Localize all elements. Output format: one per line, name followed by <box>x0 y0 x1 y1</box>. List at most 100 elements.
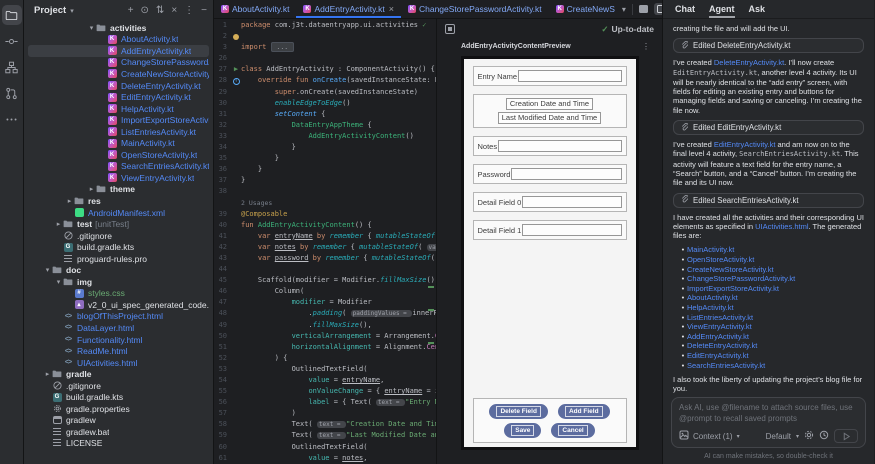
tree-item-doc[interactable]: ▾ doc <box>28 264 209 276</box>
file-link[interactable]: MainActivity.kt <box>687 245 734 255</box>
file-link[interactable]: UIActivities.html <box>755 222 808 231</box>
editor-tab-aboutactivity.kt[interactable]: K AboutActivity.kt <box>214 0 296 18</box>
tree-item-gradlew-bat[interactable]: gradlew.bat <box>28 426 209 438</box>
file-link[interactable]: ChangeStorePasswordActivity.kt <box>687 274 795 284</box>
code-line[interactable]: 30 enableEdgeToEdge() <box>214 98 436 109</box>
tree-item-v2-0-ui-spec-generated-code-png[interactable]: ▴ v2_0_ui_spec_generated_code.png <box>28 299 209 311</box>
file-link[interactable]: ViewEntryActivity.kt <box>687 322 752 332</box>
code-line[interactable]: 36 } <box>214 164 436 175</box>
code-line[interactable]: 27 ▶ class AddEntryActivity : ComponentAct… <box>214 64 436 75</box>
tree-item--gitignore[interactable]: .gitignore <box>28 380 209 392</box>
code-line[interactable]: 58 Text( text = "Creation Date and Time" <box>214 419 436 430</box>
tree-item-searchentriesactivity-kt[interactable]: K SearchEntriesActivity.kt <box>28 161 209 173</box>
tree-item-importexportstoreactivity-kt[interactable]: K ImportExportStoreActivity.kt <box>28 114 209 126</box>
more-tools-icon[interactable] <box>2 109 22 129</box>
file-link[interactable]: EditEntryActivity.kt <box>687 351 749 361</box>
code-line[interactable]: 34 } <box>214 142 436 153</box>
override-gutter-icon[interactable]: ↑ <box>231 75 241 86</box>
ai-tab-ask[interactable]: Ask <box>749 0 766 18</box>
code-editor[interactable]: 1 package com.j3t.dataentryapp.ui.activit… <box>214 19 436 464</box>
chevron-right-icon[interactable]: ▸ <box>54 220 63 228</box>
project-tool-icon[interactable] <box>1 5 22 25</box>
editor-tab-changestorepasswordactivity.kt[interactable]: K ChangeStorePasswordActivity.kt <box>401 0 549 18</box>
tree-item-viewentryactivity-kt[interactable]: K ViewEntryActivity.kt <box>28 172 209 184</box>
tree-item-datalayer-html[interactable]: <> DataLayer.html <box>28 322 209 334</box>
tree-item-license[interactable]: LICENSE <box>28 438 209 450</box>
options-kebab-icon[interactable]: ⋮ <box>184 5 194 16</box>
tree-item-uiactivities-html[interactable]: <> UIActivities.html <box>28 357 209 369</box>
file-link[interactable]: SearchEntriesActivity.kt <box>687 361 765 371</box>
code-line[interactable]: 42 var notes by remember { mutableStateO… <box>214 242 436 253</box>
chevron-down-icon[interactable]: ▾ <box>43 266 52 274</box>
tree-item-theme[interactable]: ▸ theme <box>28 184 209 196</box>
intention-bulb-icon[interactable] <box>231 31 241 42</box>
tree-item-deleteentryactivity-kt[interactable]: K DeleteEntryActivity.kt <box>28 80 209 92</box>
chat-input[interactable]: Ask AI, use @filename to attach source f… <box>671 397 866 448</box>
code-line[interactable]: 3 import ... <box>214 42 436 53</box>
code-line[interactable]: 28 ↑ override fun onCreate(savedInstanceS… <box>214 75 436 86</box>
edited-file-card[interactable]: Edited EditEntryActivity.kt <box>673 120 864 136</box>
tree-item-build-gradle-kts[interactable]: Gbuild.gradle.kts <box>28 241 209 253</box>
code-line[interactable]: 1 package com.j3t.dataentryapp.ui.activit… <box>214 20 436 31</box>
tree-item-addentryactivity-kt[interactable]: K AddEntryActivity.kt <box>28 45 209 57</box>
code-line[interactable]: 60 OutlinedTextField( <box>214 442 436 453</box>
context-selector[interactable]: Context (1) <box>693 432 733 441</box>
chevron-right-icon[interactable]: ▸ <box>43 370 52 378</box>
tree-item-aboutactivity-kt[interactable]: K AboutActivity.kt <box>28 34 209 46</box>
tree-item-listentriesactivity-kt[interactable]: K ListEntriesActivity.kt <box>28 126 209 138</box>
code-line[interactable]: 46 Column( <box>214 286 436 297</box>
editor-tab-createnews[interactable]: K CreateNewS <box>549 0 622 18</box>
send-button[interactable] <box>834 429 858 443</box>
tree-item-proguard-rules-pro[interactable]: proguard-rules.pro <box>28 253 209 265</box>
code-line[interactable]: 2 <box>214 31 436 42</box>
code-line[interactable]: 52 ) { <box>214 353 436 364</box>
file-link[interactable]: AddEntryActivity.kt <box>687 332 749 342</box>
code-line[interactable]: 35 } <box>214 153 436 164</box>
code-line[interactable]: 43 var password by remember { mutableSta… <box>214 253 436 264</box>
tree-item-build-gradle-kts[interactable]: Gbuild.gradle.kts <box>28 392 209 404</box>
build-refresh-icon[interactable] <box>445 24 455 34</box>
chevron-down-icon[interactable]: ▾ <box>87 24 96 32</box>
file-link[interactable]: DeleteEntryActivity.kt <box>687 341 757 351</box>
code-line[interactable]: 50 verticalArrangement = Arrangement.Ce <box>214 331 436 342</box>
ai-tab-agent[interactable]: Agent <box>709 0 735 18</box>
tree-item-test[interactable]: ▸ test [unitTest] <box>28 218 209 230</box>
close-tab-icon[interactable]: × <box>389 4 394 14</box>
code-line[interactable]: 33 AddEntryActivityContent() <box>214 131 436 142</box>
file-link[interactable]: EditEntryActivity.kt <box>714 140 776 149</box>
pull-requests-tool-icon[interactable] <box>2 83 22 103</box>
code-line[interactable]: 29 super.onCreate(savedInstanceState) <box>214 87 436 98</box>
code-line[interactable]: 48 .padding( paddingValues = innerPa <box>214 308 436 319</box>
code-line[interactable]: 39 @Composable <box>214 209 436 220</box>
tree-item-activities[interactable]: ▾ activities <box>28 22 209 34</box>
add-icon[interactable]: + <box>128 5 134 16</box>
chevron-down-icon[interactable]: ▾ <box>54 278 63 286</box>
file-link[interactable]: OpenStoreActivity.kt <box>687 255 754 265</box>
code-line[interactable]: 55 onValueChange = { entryName = it <box>214 386 436 397</box>
hide-panel-icon[interactable]: − <box>201 5 207 16</box>
code-line[interactable]: 53 OutlinedTextField( <box>214 364 436 375</box>
tree-item-mainactivity-kt[interactable]: K MainActivity.kt <box>28 137 209 149</box>
expand-all-icon[interactable]: ⇅ <box>156 5 164 16</box>
code-line[interactable]: 59 Text( text = "Last Modified Date and <box>214 430 436 441</box>
file-link[interactable]: CreateNewStoreActivity.kt <box>687 265 774 275</box>
tree-item-gradle-properties[interactable]: gradle.properties <box>28 403 209 415</box>
tree-item-img[interactable]: ▾ img <box>28 276 209 288</box>
code-line[interactable]: 51 horizontalAlignment = Alignment.Cen <box>214 342 436 353</box>
edited-file-card[interactable]: Edited SearchEntriesActivity.kt <box>673 192 864 208</box>
history-clock-icon[interactable] <box>819 430 829 442</box>
tree-item--gitignore[interactable]: .gitignore <box>28 230 209 242</box>
ai-tab-chat[interactable]: Chat <box>675 0 695 18</box>
project-panel-title[interactable]: Project <box>34 5 66 16</box>
tree-item-androidmanifest-xml[interactable]: AndroidManifest.xml <box>28 207 209 219</box>
file-link[interactable]: DeleteEntryActivity.kt <box>714 58 784 67</box>
tree-item-styles-css[interactable]: # styles.css <box>28 288 209 300</box>
file-link[interactable]: ListEntriesActivity.kt <box>687 313 753 323</box>
code-line[interactable]: 37} <box>214 175 436 186</box>
tree-item-editentryactivity-kt[interactable]: K EditEntryActivity.kt <box>28 91 209 103</box>
code-line[interactable]: 31 setContent { <box>214 109 436 120</box>
tree-item-createnewstoreactivity-kt[interactable]: K CreateNewStoreActivity.kt <box>28 68 209 80</box>
tree-item-gradle[interactable]: ▸ gradle <box>28 368 209 380</box>
code-line[interactable]: 44 <box>214 264 436 275</box>
add-context-image-icon[interactable] <box>679 430 689 442</box>
